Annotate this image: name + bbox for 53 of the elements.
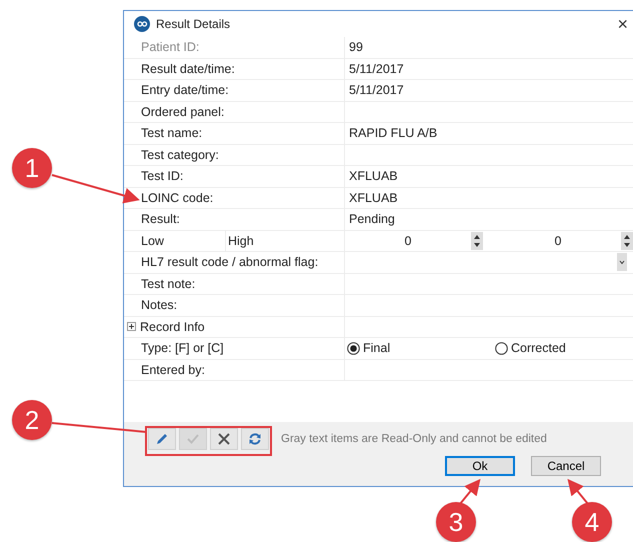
- field-label: Entered by:: [124, 360, 345, 380]
- spinner-icon[interactable]: [621, 232, 633, 250]
- leader-line: [459, 478, 481, 505]
- refresh-button[interactable]: [241, 428, 269, 450]
- close-button[interactable]: ×: [617, 14, 633, 34]
- field-label: Entry date/time:: [124, 80, 345, 100]
- low-value-field[interactable]: 0: [345, 234, 471, 248]
- field-label: Ordered panel:: [124, 102, 345, 122]
- expand-icon[interactable]: [127, 322, 136, 332]
- window-title: Result Details: [156, 17, 230, 31]
- field-label: Patient ID:: [124, 37, 345, 58]
- field-label: Type: [F] or [C]: [124, 338, 345, 358]
- field-label: Result date/time:: [124, 58, 345, 79]
- refresh-icon: [248, 432, 262, 446]
- ok-button[interactable]: Ok: [445, 456, 515, 476]
- app-logo-icon: [134, 16, 150, 32]
- leader-line: [567, 478, 589, 505]
- callout-marker: 1: [12, 148, 52, 188]
- callout-marker: 4: [572, 502, 612, 542]
- field-label: High: [226, 230, 345, 251]
- dropdown-icon[interactable]: [617, 253, 627, 272]
- value-field[interactable]: 5/11/2017: [345, 58, 633, 79]
- value-field[interactable]: Pending: [345, 209, 633, 230]
- radio-button[interactable]: [347, 342, 360, 355]
- edit-button[interactable]: [148, 428, 176, 450]
- value-field[interactable]: XFLUAB: [345, 188, 633, 208]
- field-label: Test name:: [124, 123, 345, 144]
- high-value-field[interactable]: 0: [495, 234, 621, 248]
- value-field[interactable]: RAPID FLU A/B: [345, 123, 633, 144]
- check-icon: [186, 432, 200, 446]
- callout-marker: 2: [12, 400, 52, 440]
- field-label: LOINC code:: [124, 188, 345, 208]
- value-field[interactable]: 5/11/2017: [345, 80, 633, 100]
- callout-marker: 3: [436, 502, 476, 542]
- value-field[interactable]: 99: [345, 37, 633, 58]
- radio-button[interactable]: [495, 342, 508, 355]
- field-label: HL7 result code / abnormal flag:: [124, 252, 345, 272]
- hint-text: Gray text items are Read-Only and cannot be edited: [281, 433, 547, 445]
- value-field[interactable]: XFLUAB: [345, 166, 633, 186]
- radio-label: Final: [363, 341, 390, 356]
- discard-button[interactable]: [210, 428, 238, 450]
- spinner-icon[interactable]: [471, 232, 483, 250]
- pencil-icon: [155, 432, 169, 446]
- field-label: Result:: [124, 209, 345, 230]
- cancel-button[interactable]: Cancel: [531, 456, 601, 476]
- field-label: Low: [124, 230, 226, 251]
- field-label: Test note:: [124, 274, 345, 294]
- radio-label: Corrected: [511, 341, 566, 356]
- group-label: Record Info: [140, 320, 205, 334]
- field-label: Notes:: [124, 295, 345, 316]
- close-icon: [217, 432, 231, 446]
- field-label: Test ID:: [124, 166, 345, 186]
- field-label: Test category:: [124, 144, 345, 165]
